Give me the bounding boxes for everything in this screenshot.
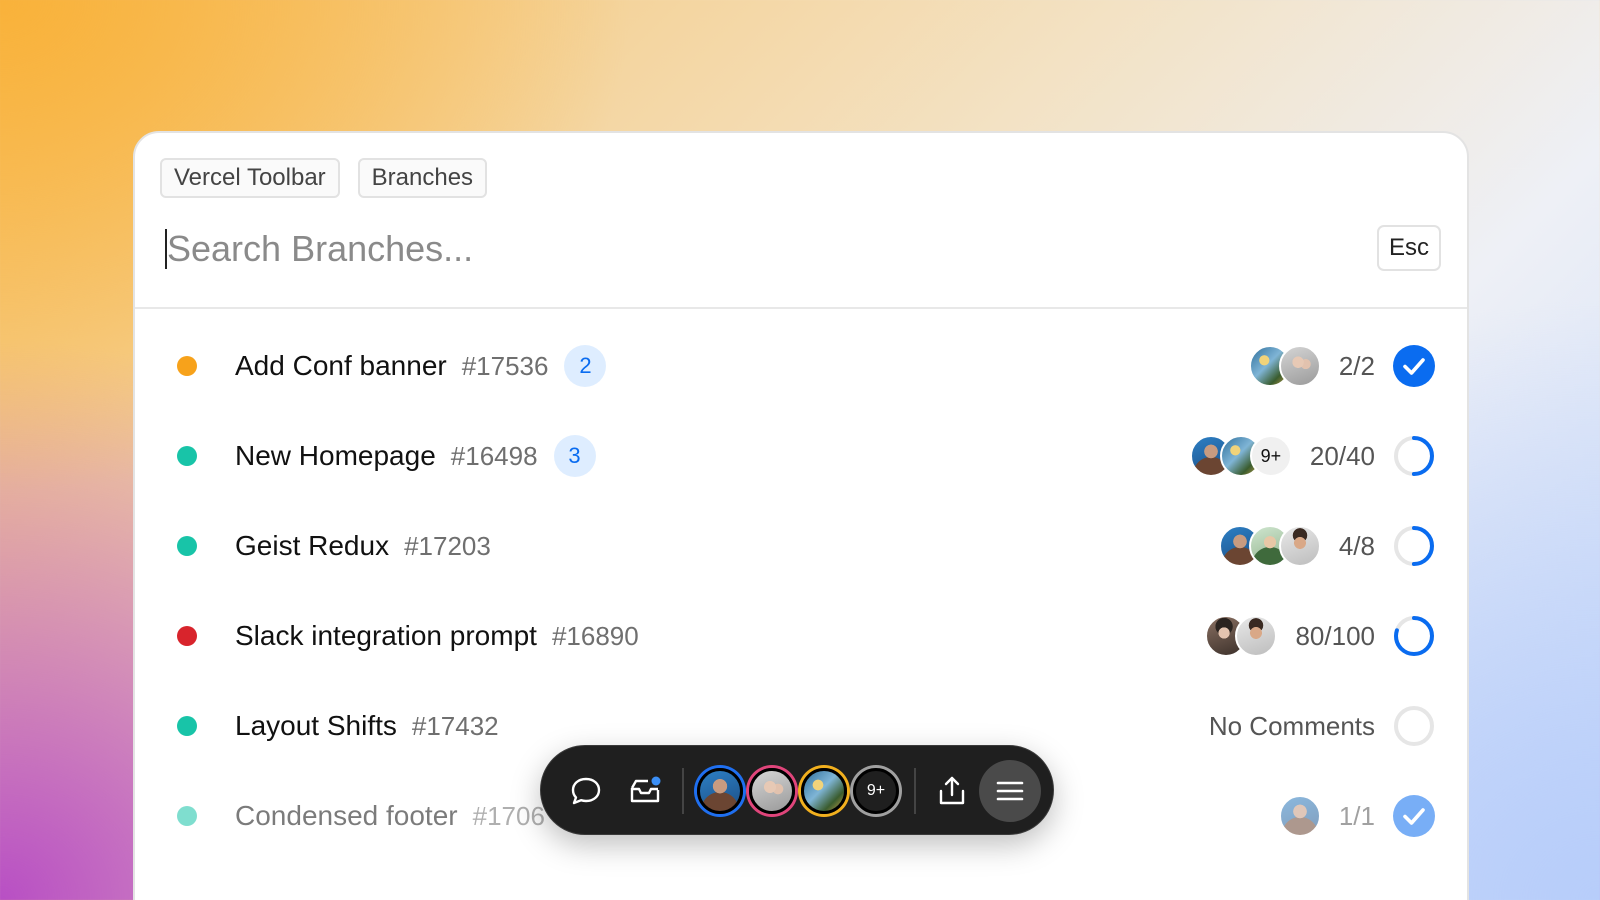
progress-ring-icon: [1394, 526, 1434, 566]
branch-title: Condensed footer: [235, 800, 458, 831]
resolved-ratio: 4/8: [1338, 530, 1375, 561]
chip-branches[interactable]: Branches: [357, 158, 488, 198]
branch-title: Layout Shifts: [235, 710, 397, 741]
branch-title: Geist Redux: [235, 530, 390, 561]
comment-count-badge: 2: [564, 345, 607, 387]
check-circle-icon: [1393, 795, 1435, 837]
resolved-ratio: 80/100: [1295, 620, 1375, 651]
empty-ring-icon: [1394, 706, 1434, 746]
pr-number: #1706: [472, 800, 545, 831]
status-dot: [177, 536, 197, 556]
reviewer-avatars: [1248, 345, 1321, 387]
inbox-icon[interactable]: [620, 766, 670, 816]
branch-row[interactable]: New Homepage #16498 3 9+ 20/40: [135, 426, 1467, 486]
pr-number: #17536: [461, 350, 549, 381]
pr-number: #16498: [450, 440, 538, 471]
resolved-ratio: 20/40: [1309, 440, 1375, 471]
avatar[interactable]: [801, 768, 847, 814]
resolved-ratio: 2/2: [1338, 350, 1375, 381]
menu-icon: [996, 781, 1024, 801]
reviewer-avatars: 9+: [1189, 435, 1292, 477]
avatar: [1235, 615, 1278, 657]
avatar: [1278, 525, 1321, 567]
divider: [135, 307, 1467, 309]
esc-key-button[interactable]: Esc: [1376, 225, 1441, 271]
status-dot: [177, 716, 197, 736]
comment-icon[interactable]: [561, 766, 611, 816]
search-input[interactable]: [167, 221, 1267, 277]
more-avatars-button[interactable]: 9+: [853, 768, 899, 814]
pr-number: #17203: [404, 530, 491, 561]
resolved-ratio: 1/1: [1338, 800, 1375, 831]
status-dot: [177, 626, 197, 646]
share-icon[interactable]: [927, 766, 977, 816]
reviewer-avatars: [1278, 795, 1321, 837]
avatar: [1278, 795, 1321, 837]
reviewer-avatars: [1218, 525, 1321, 567]
avatar[interactable]: [697, 768, 743, 814]
status-dot: [177, 446, 197, 466]
progress-ring-icon: [1394, 616, 1434, 656]
pr-number: #17432: [411, 710, 499, 741]
comment-count-badge: 3: [553, 435, 596, 477]
search-row: Esc: [165, 221, 1441, 277]
branch-title: Slack integration prompt: [235, 620, 537, 651]
menu-button[interactable]: [979, 760, 1041, 822]
branch-row[interactable]: Add Conf banner #17536 2 2/2: [135, 336, 1467, 396]
branch-title: Add Conf banner: [235, 350, 447, 381]
branch-title: New Homepage: [235, 440, 436, 471]
vercel-toolbar: 9+: [540, 745, 1054, 835]
check-circle-icon: [1393, 345, 1435, 387]
avatar[interactable]: [749, 768, 795, 814]
toolbar-divider: [682, 768, 684, 814]
toolbar-divider: [914, 768, 916, 814]
progress-ring-icon: [1394, 436, 1434, 476]
branch-row[interactable]: Geist Redux #17203 4/8: [135, 516, 1467, 576]
status-dot: [177, 806, 197, 826]
breadcrumb: Vercel Toolbar Branches: [160, 158, 488, 198]
reviewer-avatars: [1205, 615, 1278, 657]
more-avatars-badge: 9+: [1249, 435, 1292, 477]
avatar: [1278, 345, 1321, 387]
pr-number: #16890: [551, 620, 639, 651]
no-comments-label: No Comments: [1208, 710, 1375, 741]
status-dot: [177, 356, 197, 376]
branch-row[interactable]: Slack integration prompt #16890 80/100: [135, 606, 1467, 666]
chip-vercel-toolbar[interactable]: Vercel Toolbar: [160, 158, 340, 198]
